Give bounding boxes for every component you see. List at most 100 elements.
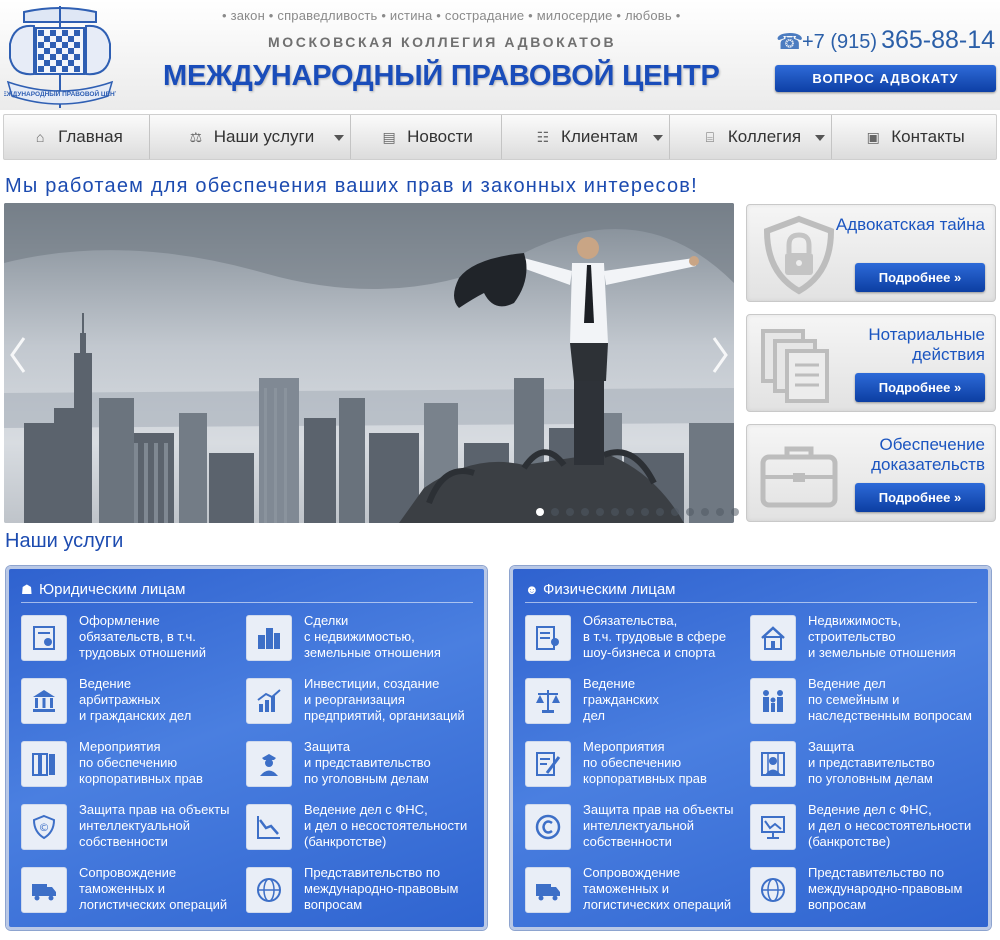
service-text[interactable]: Защита и представительство по уголовным … bbox=[304, 739, 474, 787]
buildings-icon[interactable] bbox=[246, 615, 292, 661]
service-item: Ведение дел по семейным и наследственным… bbox=[750, 676, 975, 732]
bankruptcy-chart-icon[interactable] bbox=[750, 804, 796, 850]
slider-dot[interactable] bbox=[641, 508, 649, 516]
home-icon: ⌂ bbox=[35, 129, 45, 145]
service-text[interactable]: Сопровождение таможенных и логистических… bbox=[583, 865, 753, 913]
nav-item-contacts[interactable]: ▣ Контакты bbox=[832, 115, 996, 159]
tagline: Мы работаем для обеспечения ваших прав и… bbox=[5, 175, 698, 197]
card-evidence: Обеспечение доказательств Подробнее » bbox=[746, 424, 996, 522]
service-item: Ведение дел с ФНС, и дел о несостоятельн… bbox=[750, 802, 975, 858]
family-icon[interactable] bbox=[750, 678, 796, 724]
service-text[interactable]: Мероприятия по обеспечению корпоративных… bbox=[79, 739, 249, 787]
house-icon[interactable] bbox=[750, 615, 796, 661]
service-item: Оформление обязательств, в т.ч. трудовых… bbox=[21, 613, 246, 669]
card-title: Адвокатская тайна bbox=[835, 215, 985, 234]
people-icon: ☷ bbox=[536, 128, 550, 145]
more-button[interactable]: Подробнее » bbox=[855, 263, 985, 292]
group-icon: ☗ bbox=[21, 582, 33, 597]
service-item: Ведение гражданских дел bbox=[525, 676, 750, 732]
signed-document-icon[interactable] bbox=[525, 741, 571, 787]
certificate-icon[interactable] bbox=[21, 615, 67, 661]
slider-dot[interactable] bbox=[701, 508, 709, 516]
binders-icon[interactable] bbox=[21, 741, 67, 787]
service-text[interactable]: Мероприятия по обеспечению корпоративных… bbox=[583, 739, 753, 787]
phone-number: 365-88-14 bbox=[881, 26, 996, 54]
person-icon: ☻ bbox=[525, 582, 539, 597]
copyright-icon[interactable] bbox=[525, 804, 571, 850]
service-text[interactable]: Защита прав на объекты интеллектуальной … bbox=[583, 802, 753, 850]
service-item: Защита и представительство по уголовным … bbox=[750, 739, 975, 795]
slider-dot[interactable] bbox=[731, 508, 739, 516]
service-item: Сделки с недвижимостью, земельные отноше… bbox=[246, 613, 471, 669]
chevron-down-icon bbox=[334, 135, 344, 141]
truck-icon[interactable] bbox=[525, 867, 571, 913]
nav-label: Новости bbox=[407, 127, 473, 146]
copyright-shield-icon[interactable]: © bbox=[21, 804, 67, 850]
hero-image bbox=[4, 203, 734, 523]
site-header: МЕЖДУНАРОДНЫЙ ПРАВОВОЙ ЦЕНТР • закон • с… bbox=[0, 0, 1000, 110]
phone-block[interactable]: ☎+7 (915) 365-88-14 bbox=[776, 26, 995, 55]
nav-label: Клиентам bbox=[561, 127, 638, 146]
service-item: Ведение арбитражных и гражданских дел bbox=[21, 676, 246, 732]
service-text[interactable]: Сделки с недвижимостью, земельные отноше… bbox=[304, 613, 474, 661]
scales-icon[interactable] bbox=[525, 678, 571, 724]
globe-icon[interactable] bbox=[750, 867, 796, 913]
college-name: МОСКОВСКАЯ КОЛЛЕГИЯ АДВОКАТОВ bbox=[268, 34, 617, 50]
slider-dot[interactable] bbox=[611, 508, 619, 516]
truck-icon[interactable] bbox=[21, 867, 67, 913]
more-button[interactable]: Подробнее » bbox=[855, 483, 985, 512]
nav-item-news[interactable]: ▤ Новости bbox=[351, 115, 502, 159]
service-text[interactable]: Обязательства, в т.ч. трудовые в сфере ш… bbox=[583, 613, 753, 661]
nav-item-clients[interactable]: ☷ Клиентам bbox=[502, 115, 670, 159]
panel-header: ☗ Юридическим лицам bbox=[21, 577, 473, 603]
service-text[interactable]: Ведение дел с ФНС, и дел о несостоятельн… bbox=[808, 802, 978, 850]
card-title: Нотариальные действия bbox=[868, 325, 985, 364]
service-text[interactable]: Ведение гражданских дел bbox=[583, 676, 753, 724]
courthouse-icon[interactable] bbox=[21, 678, 67, 724]
service-text[interactable]: Сопровождение таможенных и логистических… bbox=[79, 865, 249, 913]
slider-dot[interactable] bbox=[551, 508, 559, 516]
service-text[interactable]: Ведение дел по семейным и наследственным… bbox=[808, 676, 978, 724]
nav-item-college[interactable]: ⌸ Коллегия bbox=[670, 115, 832, 159]
slider-dot[interactable] bbox=[581, 508, 589, 516]
document-icon: ▤ bbox=[382, 128, 396, 145]
service-item: © Защита прав на объекты интеллектуально… bbox=[21, 802, 246, 858]
globe-icon[interactable] bbox=[246, 867, 292, 913]
nav-item-home[interactable]: ⌂ Главная bbox=[4, 115, 150, 159]
hero-slider[interactable] bbox=[4, 203, 734, 523]
logo-icon[interactable]: МЕЖДУНАРОДНЫЙ ПРАВОВОЙ ЦЕНТР bbox=[4, 4, 116, 112]
policeman-icon[interactable] bbox=[246, 741, 292, 787]
resume-icon[interactable] bbox=[525, 615, 571, 661]
service-text[interactable]: Представительство по международно-правов… bbox=[808, 865, 978, 913]
slider-dot[interactable] bbox=[566, 508, 574, 516]
slider-dots bbox=[536, 508, 739, 518]
service-text[interactable]: Защита прав на объекты интеллектуальной … bbox=[79, 802, 249, 850]
site-title[interactable]: МЕЖДУНАРОДНЫЙ ПРАВОВОЙ ЦЕНТР bbox=[163, 60, 720, 93]
slider-dot[interactable] bbox=[536, 508, 544, 516]
service-text[interactable]: Ведение дел с ФНС, и дел о несостоятельн… bbox=[304, 802, 474, 850]
service-text[interactable]: Оформление обязательств, в т.ч. трудовых… bbox=[79, 613, 249, 661]
main-nav: ⌂ Главная ⚖ Наши услуги ▤ Новости ☷ Клие… bbox=[3, 114, 997, 160]
decline-chart-icon[interactable] bbox=[246, 804, 292, 850]
more-button[interactable]: Подробнее » bbox=[855, 373, 985, 402]
slider-dot[interactable] bbox=[626, 508, 634, 516]
service-text[interactable]: Защита и представительство по уголовным … bbox=[808, 739, 978, 787]
slider-prev-arrow-icon[interactable] bbox=[8, 335, 28, 375]
slider-dot[interactable] bbox=[656, 508, 664, 516]
slider-dot[interactable] bbox=[716, 508, 724, 516]
growth-chart-icon[interactable] bbox=[246, 678, 292, 724]
slider-dot[interactable] bbox=[686, 508, 694, 516]
service-text[interactable]: Представительство по международно-правов… bbox=[304, 865, 474, 913]
nav-item-services[interactable]: ⚖ Наши услуги bbox=[150, 115, 351, 159]
panel-header: ☻ Физическим лицам bbox=[525, 577, 977, 603]
service-text[interactable]: Инвестиции, создание и реорганизация пре… bbox=[304, 676, 474, 724]
slider-dot[interactable] bbox=[596, 508, 604, 516]
ask-lawyer-button[interactable]: ВОПРОС АДВОКАТУ bbox=[775, 65, 996, 92]
card-notary: Нотариальные действия Подробнее » bbox=[746, 314, 996, 412]
service-text[interactable]: Недвижимость, строительство и земельные … bbox=[808, 613, 978, 661]
chevron-down-icon bbox=[653, 135, 663, 141]
slider-next-arrow-icon[interactable] bbox=[710, 335, 730, 375]
service-text[interactable]: Ведение арбитражных и гражданских дел bbox=[79, 676, 249, 724]
slider-dot[interactable] bbox=[671, 508, 679, 516]
prisoner-icon[interactable] bbox=[750, 741, 796, 787]
